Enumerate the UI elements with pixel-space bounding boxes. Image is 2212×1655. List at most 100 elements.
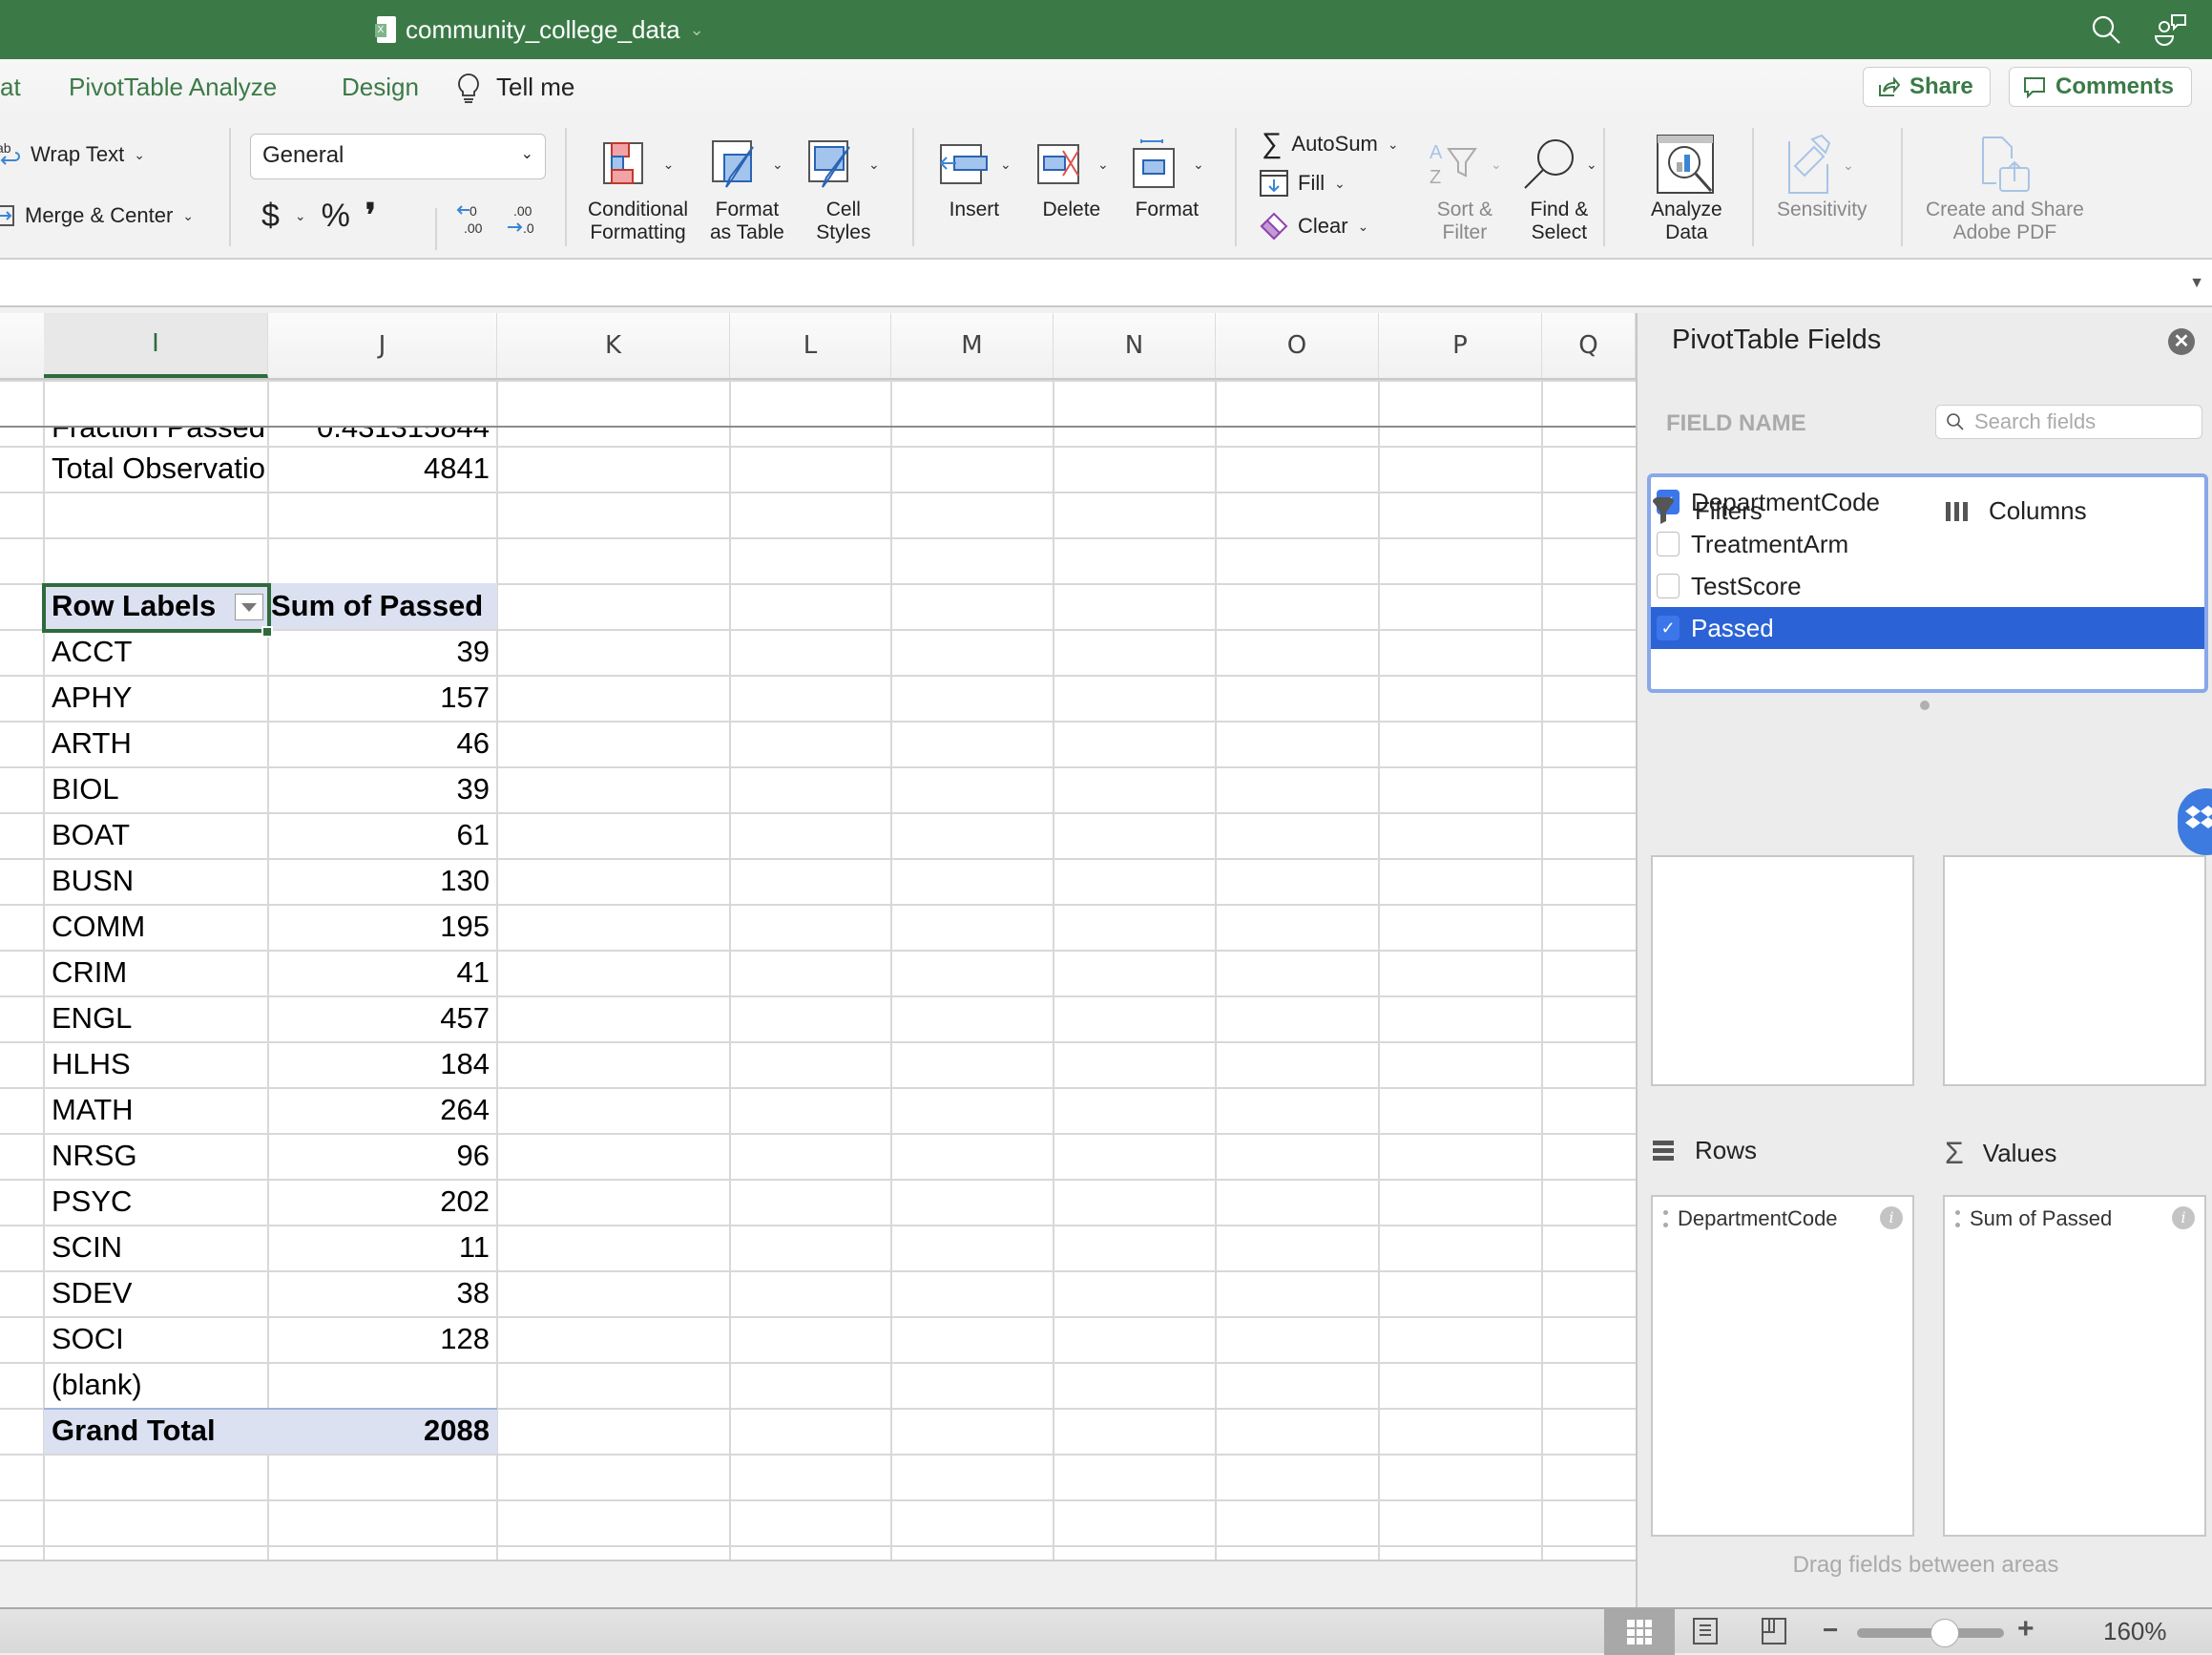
field-item[interactable]: ✓ Passed [1651, 607, 2204, 649]
pivot-row-label[interactable]: SOCI [52, 1316, 266, 1362]
zoom-slider[interactable] [1857, 1619, 2004, 1647]
pivot-row-label[interactable]: CRIM [52, 950, 266, 995]
pivot-row-value[interactable]: 128 [270, 1316, 490, 1362]
field-checkbox[interactable] [1657, 532, 1680, 556]
values-field-item[interactable]: Sum of Passed i [1954, 1206, 2197, 1231]
fraction-passed-value[interactable]: 0.431315844 [270, 428, 490, 450]
pivot-row-label[interactable]: MATH [52, 1087, 266, 1133]
find-select-button[interactable]: ⌄ Find & Select [1521, 130, 1597, 244]
search-icon[interactable] [2090, 13, 2122, 46]
rows-drop-area[interactable]: DepartmentCode i [1651, 1195, 1914, 1537]
sensitivity-button[interactable]: ⌄ Sensitivity [1777, 130, 1868, 221]
info-icon[interactable]: i [2172, 1206, 2195, 1229]
field-checkbox[interactable] [1657, 574, 1680, 598]
conditional-formatting-button[interactable]: ⌄ Conditional Formatting [588, 130, 688, 244]
pivot-sum-header[interactable]: Sum of Passed [271, 583, 490, 629]
pivot-row-label[interactable]: (blank) [52, 1362, 266, 1408]
total-observations-value[interactable]: 4841 [270, 446, 490, 492]
tell-me-search[interactable]: Tell me [496, 73, 574, 102]
create-share-pdf-button[interactable]: Create and Share Adobe PDF [1926, 130, 2084, 244]
pivot-row-value[interactable]: 157 [270, 675, 490, 721]
total-observations-label[interactable]: Total Observations [52, 446, 266, 492]
pivot-row-value[interactable]: 184 [270, 1041, 490, 1087]
zoom-level[interactable]: 160% [2103, 1617, 2167, 1646]
column-header-i[interactable]: I [44, 313, 268, 378]
normal-view-button[interactable] [1604, 1609, 1675, 1655]
pivot-row-label[interactable]: ACCT [52, 629, 266, 675]
field-item[interactable]: TestScore [1651, 565, 2204, 607]
row-labels-filter-dropdown[interactable] [235, 594, 263, 620]
tab-format-partial[interactable]: at [0, 73, 21, 102]
decrease-decimal-icon[interactable]: .00.0 [506, 200, 540, 239]
percent-button[interactable]: % [322, 198, 350, 235]
pivot-row-value[interactable]: 38 [270, 1270, 490, 1316]
close-icon[interactable]: ✕ [2168, 328, 2195, 355]
comments-button[interactable]: Comments [2009, 67, 2192, 107]
pivot-row-label[interactable]: PSYC [52, 1179, 266, 1225]
clear-button[interactable]: Clear ⌄ [1260, 212, 1368, 241]
search-fields-input[interactable]: Search fields [1935, 405, 2202, 439]
zoom-in-button[interactable]: + [2017, 1613, 2035, 1645]
formula-bar[interactable]: ▼ [0, 260, 2212, 307]
zoom-slider-thumb[interactable] [1930, 1619, 1960, 1647]
page-layout-view-icon[interactable] [1691, 1617, 1720, 1645]
column-header-m[interactable]: M [891, 313, 1054, 378]
drag-handle-icon[interactable] [1954, 1210, 1960, 1227]
pivot-row-label[interactable]: ARTH [52, 721, 266, 766]
column-header-n[interactable]: N [1054, 313, 1216, 378]
expand-formula-bar-icon[interactable]: ▼ [2189, 275, 2204, 292]
pivot-row-value[interactable] [270, 1362, 490, 1408]
pivot-row-value[interactable]: 202 [270, 1179, 490, 1225]
pivot-row-label[interactable]: BIOL [52, 766, 266, 812]
pivot-row-label[interactable]: COMM [52, 904, 266, 950]
pivot-row-value[interactable]: 130 [270, 858, 490, 904]
pivot-row-value[interactable]: 96 [270, 1133, 490, 1179]
values-drop-area[interactable]: Sum of Passed i [1943, 1195, 2206, 1537]
pivot-row-label[interactable]: SDEV [52, 1270, 266, 1316]
column-header-p[interactable]: P [1379, 313, 1542, 378]
pivot-row-value[interactable]: 39 [270, 766, 490, 812]
wrap-text-button[interactable]: ab Wrap Text ⌄ [0, 141, 145, 168]
dropbox-icon[interactable] [2178, 788, 2212, 855]
increase-decimal-icon[interactable]: 0.00 [456, 200, 490, 239]
columns-drop-area[interactable] [1943, 855, 2206, 1086]
grand-total-value[interactable]: 2088 [270, 1408, 490, 1454]
cell-styles-button[interactable]: ⌄ Cell Styles [807, 130, 880, 244]
page-break-view-icon[interactable] [1760, 1617, 1788, 1645]
fraction-passed-label[interactable]: Fraction Passed [52, 428, 266, 450]
pivot-row-label[interactable]: NRSG [52, 1133, 266, 1179]
pane-resize-handle[interactable] [1920, 701, 1930, 710]
column-header-k[interactable]: K [497, 313, 730, 378]
pivot-row-value[interactable]: 41 [270, 950, 490, 995]
filters-drop-area[interactable] [1651, 855, 1914, 1086]
info-icon[interactable]: i [1880, 1206, 1903, 1229]
fill-button[interactable]: Fill ⌄ [1260, 170, 1346, 197]
pivot-row-label[interactable]: ENGL [52, 995, 266, 1041]
column-header-o[interactable]: O [1216, 313, 1379, 378]
tab-pivottable-analyze[interactable]: PivotTable Analyze [69, 73, 277, 102]
merge-center-button[interactable]: Merge & Center ⌄ [0, 202, 194, 229]
delete-button[interactable]: ⌄ Delete [1034, 130, 1109, 221]
pivot-row-value[interactable]: 39 [270, 629, 490, 675]
share-button[interactable]: Share [1863, 67, 1991, 107]
pivot-row-value[interactable]: 264 [270, 1087, 490, 1133]
spreadsheet-grid[interactable]: IJKLMNOPQ Fraction Passed 0.431315844 Tota… [0, 313, 1636, 1560]
collaborate-icon[interactable] [2153, 11, 2189, 48]
fill-handle[interactable] [261, 626, 273, 638]
format-button[interactable]: ⌄ Format [1130, 130, 1204, 221]
grand-total-label[interactable]: Grand Total [52, 1408, 266, 1454]
insert-button[interactable]: ⌄ Insert [937, 130, 1012, 221]
pivot-row-value[interactable]: 11 [270, 1225, 490, 1270]
column-header-l[interactable]: L [730, 313, 891, 378]
currency-button[interactable]: $ [261, 198, 280, 235]
pivot-row-label[interactable]: BUSN [52, 858, 266, 904]
pivot-row-value[interactable]: 457 [270, 995, 490, 1041]
tab-design[interactable]: Design [342, 73, 419, 102]
rows-field-item[interactable]: DepartmentCode i [1662, 1206, 1905, 1231]
comma-style-button[interactable]: ❜ [365, 197, 376, 235]
pivot-row-label[interactable]: HLHS [52, 1041, 266, 1087]
pivot-row-label[interactable]: APHY [52, 675, 266, 721]
column-header-q[interactable]: Q [1542, 313, 1636, 378]
pivot-row-label[interactable]: SCIN [52, 1225, 266, 1270]
format-as-table-button[interactable]: ⌄ Format as Table [710, 130, 784, 244]
